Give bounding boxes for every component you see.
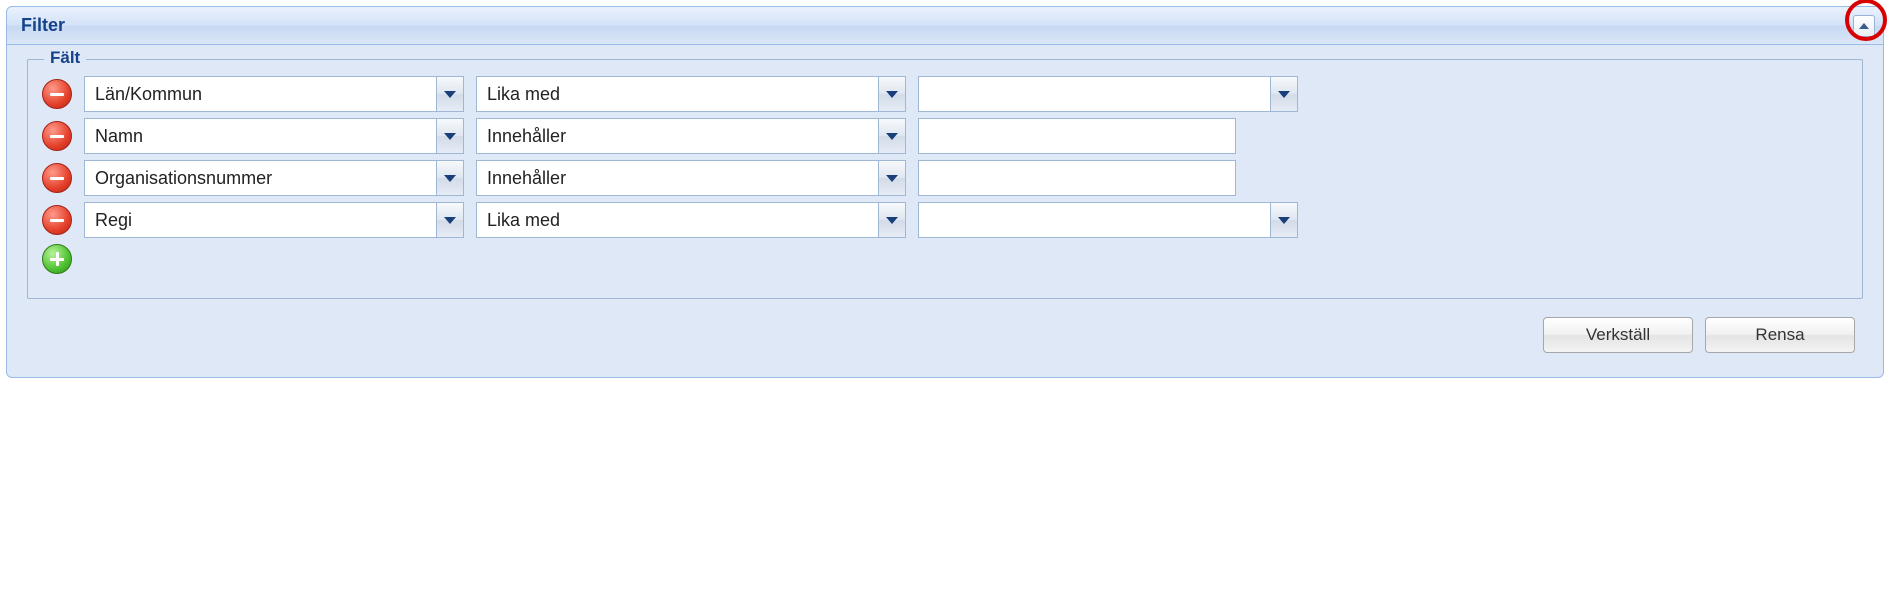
chevron-down-icon xyxy=(444,91,456,98)
operator-combo-trigger[interactable] xyxy=(878,202,906,238)
field-combo-input[interactable] xyxy=(84,76,436,112)
field-combo[interactable] xyxy=(84,118,464,154)
field-combo-trigger[interactable] xyxy=(436,202,464,238)
remove-row-button[interactable] xyxy=(42,121,72,151)
field-combo[interactable] xyxy=(84,76,464,112)
operator-combo[interactable] xyxy=(476,202,906,238)
filter-row xyxy=(42,160,1848,196)
filter-panel-header: Filter xyxy=(7,7,1883,45)
value-combo-trigger[interactable] xyxy=(1270,202,1298,238)
operator-combo[interactable] xyxy=(476,76,906,112)
value-combo-input[interactable] xyxy=(918,202,1270,238)
add-row xyxy=(42,244,1848,274)
value-combo-trigger[interactable] xyxy=(1270,76,1298,112)
add-row-button[interactable] xyxy=(42,244,72,274)
chevron-down-icon xyxy=(444,175,456,182)
chevron-down-icon xyxy=(886,91,898,98)
operator-combo-trigger[interactable] xyxy=(878,76,906,112)
operator-combo-input[interactable] xyxy=(476,160,878,196)
field-combo-trigger[interactable] xyxy=(436,76,464,112)
chevron-down-icon xyxy=(886,175,898,182)
field-combo-trigger[interactable] xyxy=(436,118,464,154)
chevron-down-icon xyxy=(886,217,898,224)
fields-fieldset: Fält xyxy=(27,59,1863,299)
filter-panel-title: Filter xyxy=(21,15,65,35)
field-combo-input[interactable] xyxy=(84,160,436,196)
field-combo[interactable] xyxy=(84,202,464,238)
value-combo-input[interactable] xyxy=(918,76,1270,112)
field-combo-input[interactable] xyxy=(84,118,436,154)
remove-row-button[interactable] xyxy=(42,205,72,235)
field-combo[interactable] xyxy=(84,160,464,196)
filter-row xyxy=(42,76,1848,112)
field-combo-trigger[interactable] xyxy=(436,160,464,196)
value-text-input[interactable] xyxy=(918,160,1236,196)
chevron-down-icon xyxy=(1278,91,1290,98)
filter-row xyxy=(42,118,1848,154)
operator-combo-input[interactable] xyxy=(476,76,878,112)
filter-panel: Filter Fält xyxy=(6,6,1884,378)
collapse-button[interactable] xyxy=(1853,15,1875,37)
remove-row-button[interactable] xyxy=(42,163,72,193)
value-combo[interactable] xyxy=(918,202,1298,238)
value-combo[interactable] xyxy=(918,76,1298,112)
chevron-down-icon xyxy=(444,217,456,224)
filter-row xyxy=(42,202,1848,238)
operator-combo-trigger[interactable] xyxy=(878,160,906,196)
operator-combo-input[interactable] xyxy=(476,202,878,238)
footer-toolbar: Verkställ Rensa xyxy=(27,313,1863,367)
operator-combo-input[interactable] xyxy=(476,118,878,154)
chevron-down-icon xyxy=(444,133,456,140)
remove-row-button[interactable] xyxy=(42,79,72,109)
operator-combo[interactable] xyxy=(476,160,906,196)
fields-legend: Fält xyxy=(44,48,86,68)
chevron-down-icon xyxy=(1278,217,1290,224)
apply-button[interactable]: Verkställ xyxy=(1543,317,1693,353)
operator-combo[interactable] xyxy=(476,118,906,154)
field-combo-input[interactable] xyxy=(84,202,436,238)
clear-button[interactable]: Rensa xyxy=(1705,317,1855,353)
value-text-input[interactable] xyxy=(918,118,1236,154)
operator-combo-trigger[interactable] xyxy=(878,118,906,154)
chevron-down-icon xyxy=(886,133,898,140)
filter-panel-body: Fält xyxy=(7,45,1883,377)
chevron-up-icon xyxy=(1859,23,1869,29)
